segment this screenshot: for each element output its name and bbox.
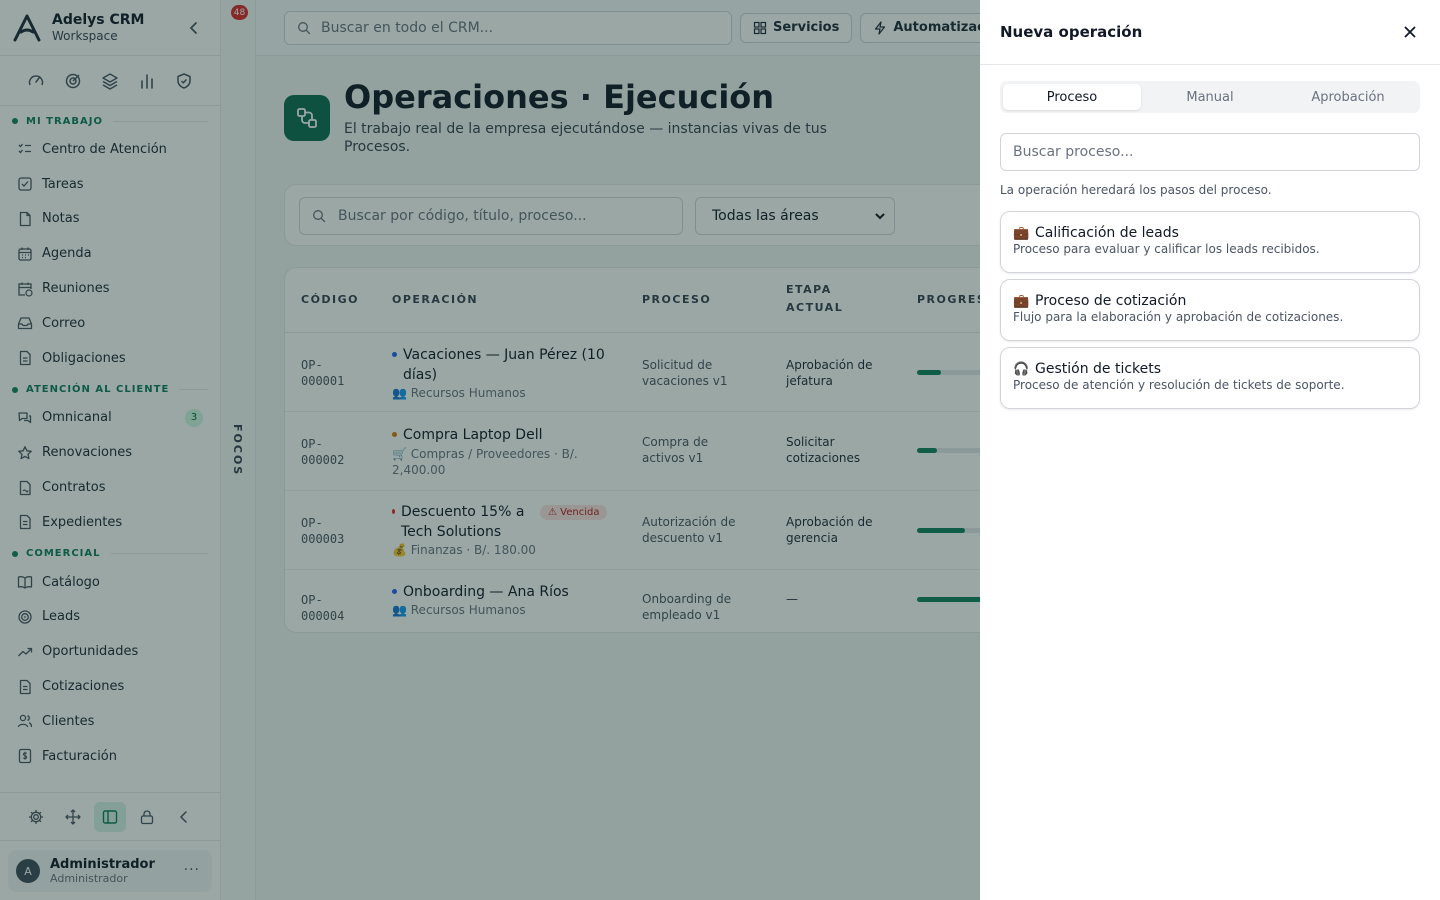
drawer-title: Nueva operación <box>1000 23 1143 41</box>
process-search-input[interactable] <box>1000 133 1420 171</box>
briefcase-icon: 💼 <box>1013 225 1030 241</box>
inheritance-hint: La operación heredará los pasos del proc… <box>1000 183 1272 197</box>
process-description: Proceso de atención y resolución de tick… <box>1013 378 1345 392</box>
process-name: Gestión de tickets <box>1035 361 1162 377</box>
operation-type-tabs: Proceso Manual Aprobación <box>1000 81 1420 113</box>
modal-overlay[interactable] <box>0 0 980 900</box>
tab-proceso[interactable]: Proceso <box>1003 84 1141 110</box>
process-description: Flujo para la elaboración y aprobación d… <box>1013 310 1344 324</box>
process-option-calificacion-de-leads[interactable]: 💼 Calificación de leads Proceso para eval… <box>1000 211 1420 273</box>
process-option-proceso-de-cotizacion[interactable]: 💼 Proceso de cotización Flujo para la ela… <box>1000 279 1420 341</box>
tab-manual[interactable]: Manual <box>1141 84 1279 110</box>
drawer-header: Nueva operación <box>980 0 1440 65</box>
process-option-gestion-de-tickets[interactable]: 🎧 Gestión de tickets Proceso de atención … <box>1000 347 1420 409</box>
briefcase-icon: 💼 <box>1013 293 1030 309</box>
process-list: 💼 Calificación de leads Proceso para eval… <box>1000 211 1420 415</box>
close-icon[interactable] <box>1402 24 1418 40</box>
tab-aprobacion[interactable]: Aprobación <box>1279 84 1417 110</box>
headphones-icon: 🎧 <box>1013 361 1030 377</box>
new-operation-drawer: Nueva operación Proceso Manual Aprobació… <box>980 0 1440 900</box>
process-name: Calificación de leads <box>1035 225 1179 241</box>
process-description: Proceso para evaluar y calificar los lea… <box>1013 242 1320 256</box>
process-name: Proceso de cotización <box>1035 293 1187 309</box>
